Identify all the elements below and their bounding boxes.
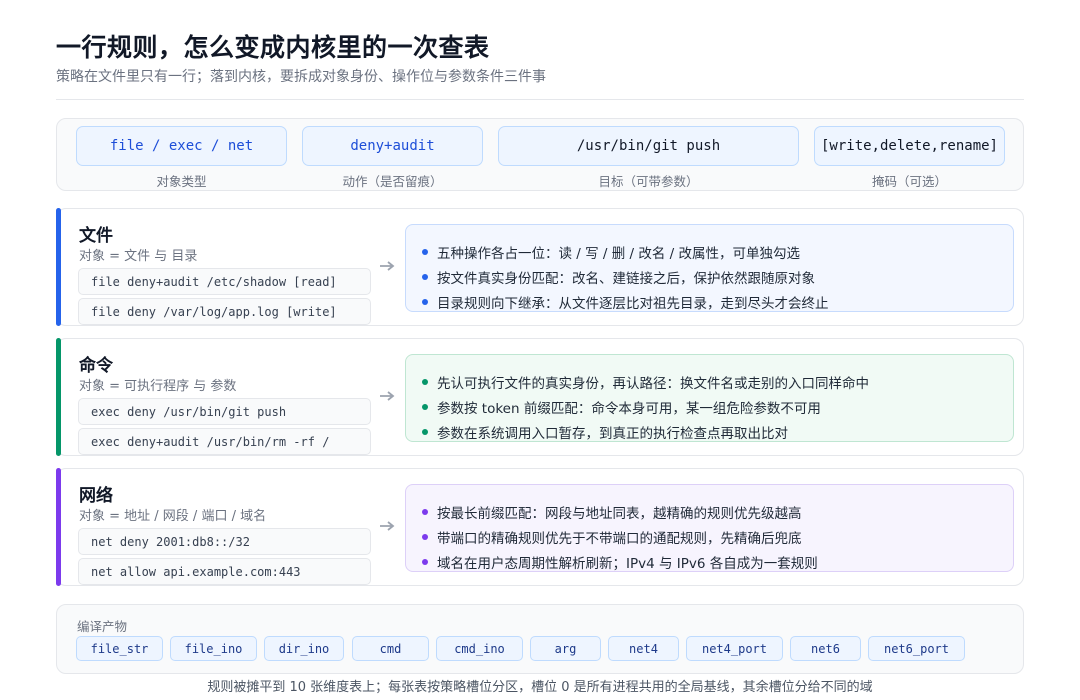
bullet-dot-icon xyxy=(422,249,428,255)
page-title: 一行规则，怎么变成内核里的一次查表 xyxy=(56,33,490,62)
section-exec: 命令 对象 = 可执行程序 与 参数 exec deny /usr/bin/gi… xyxy=(56,338,1024,456)
arrow-right-icon xyxy=(380,261,395,271)
note-item: 参数按 token 前缀匹配：命令本身可用，某一组危险参数不可用 xyxy=(422,397,821,417)
syntax-label-type: 对象类型 xyxy=(156,174,207,189)
table-chip-net4: net4 xyxy=(608,636,679,661)
section-title: 网络 xyxy=(79,486,113,506)
bullet-dot-icon xyxy=(422,299,428,305)
table-chip-cmd-ino: cmd_ino xyxy=(436,636,523,661)
table-chip-file-ino: file_ino xyxy=(170,636,257,661)
table-chip-net4-port: net4_port xyxy=(686,636,783,661)
note-item: 域名在用户态周期性解析刷新；IPv4 与 IPv6 各自成为一套规则 xyxy=(422,552,818,572)
compiled-output-panel: 编译产物 file_str file_ino dir_ino cmd cmd_i… xyxy=(56,604,1024,674)
bullet-dot-icon xyxy=(422,559,428,565)
syntax-label-target: 目标（可带参数） xyxy=(598,174,699,189)
rule-example: exec deny /usr/bin/git push xyxy=(78,398,371,425)
note-item: 按最长前缀匹配：网段与地址同表，越精确的规则优先级越高 xyxy=(422,502,802,522)
rule-example: file deny /var/log/app.log [write] xyxy=(78,298,371,325)
note-item: 参数在系统调用入口暂存，到真正的执行检查点再取出比对 xyxy=(422,422,788,442)
section-file: 文件 对象 = 文件 与 目录 file deny+audit /etc/sha… xyxy=(56,208,1024,326)
section-notes-panel: 先认可执行文件的真实身份，再认路径：换文件名或走别的入口同样命中 参数按 tok… xyxy=(405,354,1014,442)
rule-example: exec deny+audit /usr/bin/rm -rf / xyxy=(78,428,371,455)
section-accent-bar xyxy=(56,338,61,456)
section-notes-panel: 五种操作各占一位：读 / 写 / 删 / 改名 / 改属性，可单独勾选 按文件真… xyxy=(405,224,1014,312)
page-subtitle: 策略在文件里只有一行；落到内核，要拆成对象身份、操作位与参数条件三件事 xyxy=(56,69,546,85)
bullet-dot-icon xyxy=(422,379,428,385)
note-item: 先认可执行文件的真实身份，再认路径：换文件名或走别的入口同样命中 xyxy=(422,372,869,392)
table-chip-file-str: file_str xyxy=(76,636,163,661)
section-subtitle: 对象 = 可执行程序 与 参数 xyxy=(79,379,237,394)
note-item: 带端口的精确规则优先于不带端口的通配规则，先精确后兜底 xyxy=(422,527,802,547)
note-item: 目录规则向下继承：从文件逐层比对祖先目录，走到尽头才会终止 xyxy=(422,292,829,312)
table-chip-net6-port: net6_port xyxy=(868,636,965,661)
table-chip-arg: arg xyxy=(530,636,601,661)
section-net: 网络 对象 = 地址 / 网段 / 端口 / 域名 net deny 2001:… xyxy=(56,468,1024,586)
syntax-token-mask: [write,delete,rename] xyxy=(814,126,1005,166)
compiled-output-label: 编译产物 xyxy=(77,619,128,634)
note-item: 五种操作各占一位：读 / 写 / 删 / 改名 / 改属性，可单独勾选 xyxy=(422,242,800,262)
bullet-dot-icon xyxy=(422,509,428,515)
footer-note: 规则被摊平到 10 张维度表上；每张表按策略槽位分区，槽位 0 是所有进程共用的… xyxy=(207,680,873,695)
rule-example: net deny 2001:db8::/32 xyxy=(78,528,371,555)
syntax-token-target: /usr/bin/git push xyxy=(498,126,799,166)
table-chip-cmd: cmd xyxy=(352,636,429,661)
rule-example: file deny+audit /etc/shadow [read] xyxy=(78,268,371,295)
bullet-dot-icon xyxy=(422,429,428,435)
syntax-label-action: 动作（是否留痕） xyxy=(342,174,443,189)
note-item: 按文件真实身份匹配：改名、建链接之后，保护依然跟随原对象 xyxy=(422,267,815,287)
arrow-right-icon xyxy=(380,391,395,401)
table-chip-net6: net6 xyxy=(790,636,861,661)
bullet-dot-icon xyxy=(422,404,428,410)
section-subtitle: 对象 = 地址 / 网段 / 端口 / 域名 xyxy=(79,509,267,524)
syntax-token-type: file / exec / net xyxy=(76,126,287,166)
header-divider xyxy=(56,99,1024,100)
section-title: 文件 xyxy=(79,226,113,246)
rule-example: net allow api.example.com:443 xyxy=(78,558,371,585)
bullet-dot-icon xyxy=(422,534,428,540)
section-accent-bar xyxy=(56,468,61,586)
section-subtitle: 对象 = 文件 与 目录 xyxy=(79,249,198,264)
syntax-label-mask: 掩码（可选） xyxy=(871,174,947,189)
section-title: 命令 xyxy=(79,356,113,376)
section-notes-panel: 按最长前缀匹配：网段与地址同表，越精确的规则优先级越高 带端口的精确规则优先于不… xyxy=(405,484,1014,572)
table-chip-dir-ino: dir_ino xyxy=(264,636,344,661)
rule-syntax-panel: file / exec / net 对象类型 deny+audit 动作（是否留… xyxy=(56,118,1024,191)
section-accent-bar xyxy=(56,208,61,326)
syntax-token-action: deny+audit xyxy=(302,126,483,166)
arrow-right-icon xyxy=(380,521,395,531)
bullet-dot-icon xyxy=(422,274,428,280)
